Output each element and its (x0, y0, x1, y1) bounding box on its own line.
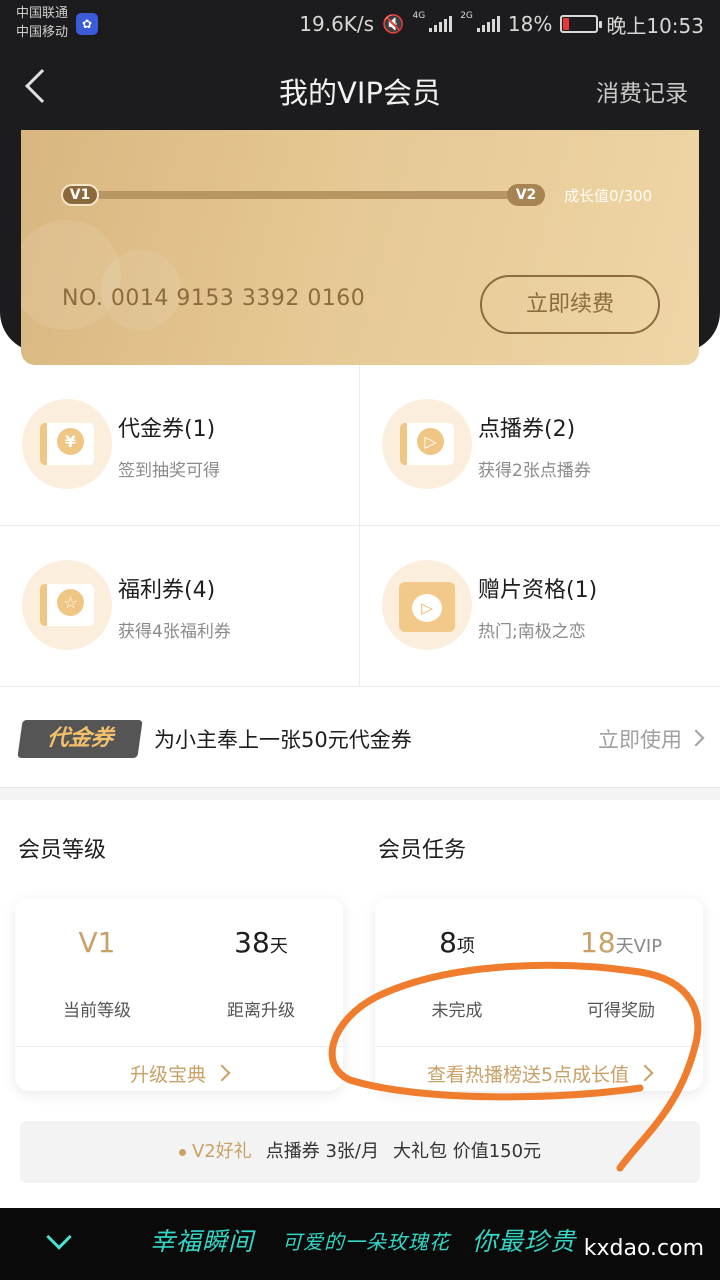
level-label: 当前等级 (63, 1001, 131, 1021)
use-now-link[interactable]: 立即使用 (598, 724, 682, 754)
signal-icon-2 (476, 16, 500, 32)
coupon-welfare[interactable]: ☆ 福利券(4) 获得4张福利券 (0, 526, 360, 687)
consumption-record-link[interactable]: 消费记录 (596, 74, 688, 108)
vip-card: V1 V2 成长值0/300 NO. 0014 9153 3392 0160 立… (21, 130, 699, 365)
days-label: 距离升级 (227, 1001, 295, 1021)
member-level-heading: 会员等级 (18, 838, 107, 863)
watermark: kxdao.com (583, 1236, 704, 1261)
decoration-text-1: 幸福瞬间 (150, 1227, 255, 1256)
battery-icon (560, 15, 603, 33)
member-tasks-card: 8项 18天VIP 未完成 可得奖励 查看热播榜送5点成长值 (375, 898, 703, 1091)
status-bar: 中国联通 中国移动 ✿ 19.6K/s 🔇 4G 2G 18% 晚上10:53 (0, 0, 720, 48)
chevron-down-icon[interactable] (46, 1224, 72, 1250)
v2-gift-label: V2好礼 (191, 1141, 252, 1162)
coupon-subtitle: 签到抽奖可得 (118, 461, 220, 481)
coupon-title: 点播券(2) (478, 417, 576, 442)
gift-item-1: 点播券 3张/月 (265, 1141, 379, 1162)
member-level-card: V1 38天 当前等级 距离升级 升级宝典 (15, 898, 343, 1091)
voucher-promo-row[interactable]: 代金券 为小主奉上一张50元代金券 立即使用 (0, 688, 720, 788)
voucher-badge: 代金券 (17, 720, 143, 758)
growth-progress-track (69, 191, 539, 199)
signal-icon (429, 16, 453, 32)
battery-percent: 18% (507, 12, 553, 36)
next-level-badge: V2 (507, 184, 545, 206)
card-divider (375, 1046, 703, 1047)
tasks-reward-label: 可得奖励 (587, 1001, 655, 1021)
v2-gift-bar[interactable]: V2好礼 点播券 3张/月 大礼包 价值150元 (20, 1121, 700, 1183)
net-speed: 19.6K/s (299, 12, 375, 36)
gift-video-icon: ▷ (382, 560, 472, 650)
decoration-text-3: 你最珍贵 (472, 1227, 577, 1256)
carrier-1: 中国联通 (16, 6, 69, 21)
coupon-on-demand[interactable]: ▷ 点播券(2) 获得2张点播券 (360, 365, 720, 526)
sim1-tag: 4G (412, 11, 426, 21)
voucher-icon: ¥ (22, 399, 112, 489)
coupon-title: 赠片资格(1) (478, 578, 598, 603)
member-tasks-heading: 会员任务 (378, 838, 467, 863)
carrier-2: 中国移动 (16, 25, 69, 40)
chevron-right-icon (687, 729, 705, 747)
star-ticket-icon: ☆ (22, 560, 112, 650)
tasks-count-label: 未完成 (431, 1001, 483, 1021)
coupon-title: 福利券(4) (118, 578, 216, 603)
card-divider (15, 1046, 343, 1047)
renew-button[interactable]: 立即续费 (480, 275, 660, 334)
clock: 晚上10:53 (606, 13, 704, 38)
bullet-dot-icon (178, 1148, 186, 1156)
coupon-subtitle: 获得2张点播券 (478, 461, 591, 481)
carrier-names: 中国联通 中国移动 (16, 4, 68, 42)
current-level-badge: V1 (61, 184, 99, 206)
coupon-subtitle: 热门;南极之恋 (478, 622, 586, 642)
promo-text: 为小主奉上一张50元代金券 (154, 728, 412, 752)
gift-item-2: 大礼包 价值150元 (392, 1141, 542, 1162)
play-ticket-icon: ▷ (382, 399, 472, 489)
sim2-tag: 2G (460, 11, 473, 21)
upgrade-guide-link[interactable]: 升级宝典 (15, 1060, 343, 1087)
coupon-voucher[interactable]: ¥ 代金券(1) 签到抽奖可得 (0, 365, 360, 526)
decoration-text-2: 可爱的一朵玫瑰花 (282, 1230, 450, 1254)
chevron-right-icon (213, 1064, 231, 1082)
level-value: V1 (78, 926, 116, 959)
tasks-reward: 18天VIP (579, 926, 663, 959)
hot-list-task-link[interactable]: 查看热播榜送5点成长值 (375, 1060, 703, 1087)
section-divider (0, 788, 720, 800)
app-notification-icon: ✿ (76, 13, 98, 35)
growth-value: 成长值0/300 (564, 187, 653, 205)
days-to-upgrade: 38天 (234, 926, 288, 959)
tasks-count: 8项 (439, 926, 475, 959)
coupon-subtitle: 获得4张福利券 (118, 622, 231, 642)
battery-fill (563, 18, 570, 30)
nav-bar: 我的VIP会员 消费记录 (0, 48, 720, 130)
mute-icon: 🔇 (382, 13, 405, 35)
coupon-title: 代金券(1) (118, 417, 216, 442)
status-right: 19.6K/s 🔇 4G 2G 18% 晚上10:53 (299, 0, 704, 48)
coupon-grid: ¥ 代金券(1) 签到抽奖可得 ▷ 点播券(2) 获得2张点播券 ☆ 福利券(4… (0, 365, 720, 687)
bottom-bar: 幸福瞬间 可爱的一朵玫瑰花 你最珍贵 kxdao.com (0, 1208, 720, 1280)
coupon-gift-film[interactable]: ▷ 赠片资格(1) 热门;南极之恋 (360, 526, 720, 687)
card-number: NO. 0014 9153 3392 0160 (62, 286, 366, 311)
chevron-right-icon (636, 1064, 654, 1082)
